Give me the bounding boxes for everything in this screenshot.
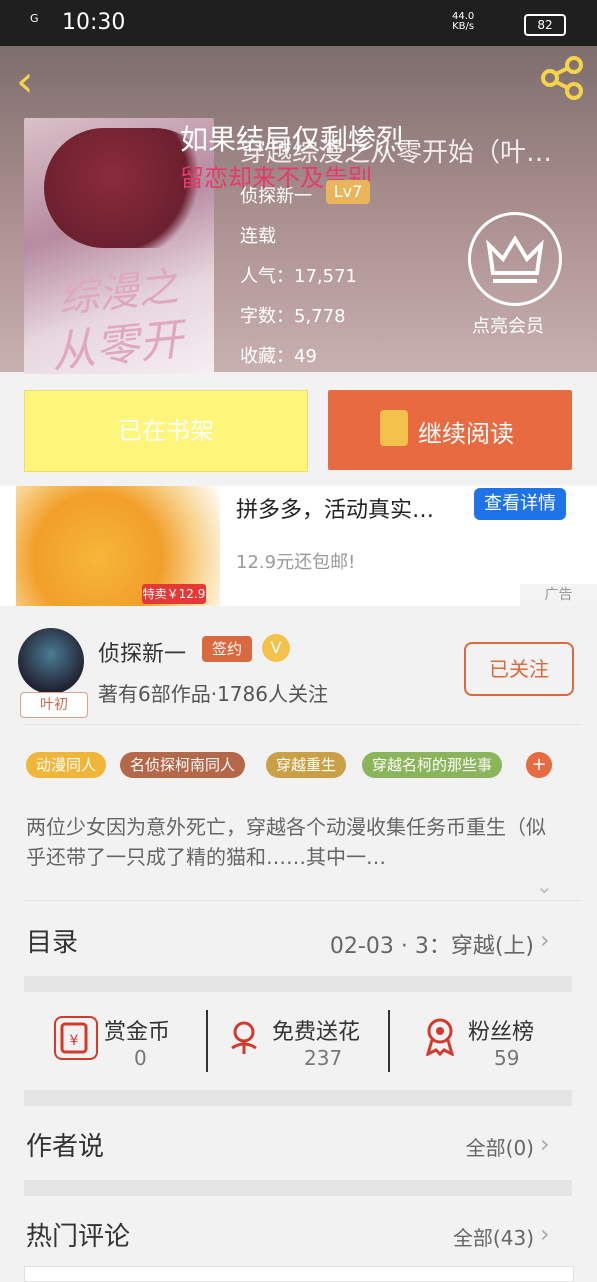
ad-price-badge: 特卖￥12.9 bbox=[142, 584, 206, 604]
back-icon[interactable]: ‹ bbox=[16, 56, 34, 107]
catalog-title[interactable]: 目录 bbox=[26, 922, 78, 959]
verified-icon: V bbox=[262, 634, 290, 662]
stat-label[interactable]: 免费送花 bbox=[272, 1014, 360, 1046]
book-icon bbox=[380, 410, 408, 446]
divider bbox=[24, 724, 580, 725]
book-status: 连载 bbox=[240, 226, 276, 247]
tag-pill[interactable]: 动漫同人 bbox=[26, 752, 107, 778]
battery-indicator: 82 bbox=[524, 14, 566, 36]
ad-label: 广告 bbox=[520, 584, 597, 606]
share-icon[interactable] bbox=[540, 56, 586, 100]
stat-label[interactable]: 赏金币 bbox=[104, 1014, 170, 1046]
avatar-label: 叶初 bbox=[20, 692, 88, 718]
stat-value: 237 bbox=[304, 1046, 343, 1070]
tag-pill[interactable]: 名侦探柯南同人 bbox=[120, 752, 246, 778]
status-bar: G 10:30 44.0 KB/s 82 bbox=[0, 0, 597, 46]
divider bbox=[388, 1010, 390, 1072]
section-separator bbox=[24, 976, 572, 992]
catalog-latest-chapter[interactable]: 02-03 · 3：穿越(上) bbox=[292, 928, 534, 960]
svg-text:¥: ¥ bbox=[70, 1033, 79, 1049]
chevron-down-icon[interactable]: ⌄ bbox=[536, 874, 553, 898]
ad-banner[interactable]: 特卖￥12.9 拼多多，活动真实… 查看详情 12.9元还包邮! 广告 bbox=[0, 486, 597, 606]
crown-icon[interactable] bbox=[468, 212, 562, 306]
continue-reading-label: 继续阅读 bbox=[418, 420, 514, 448]
flower-icon[interactable] bbox=[224, 1016, 264, 1056]
status-time: 10:30 bbox=[62, 10, 126, 35]
stat-label[interactable]: 粉丝榜 bbox=[468, 1014, 534, 1046]
comments-all[interactable]: 全部(43) bbox=[428, 1222, 534, 1251]
overlay-lyric-line1: 如果结局仅剩惨烈 bbox=[180, 123, 405, 156]
hot-comments-title[interactable]: 热门评论 bbox=[26, 1216, 130, 1253]
author-stats: 著有6部作品·1786人关注 bbox=[98, 682, 328, 706]
book-word-count: 字数：5,778 bbox=[240, 306, 346, 327]
book-description[interactable]: 两位少女因为意外死亡，穿越各个动漫收集任务币重生（似乎还带了一只成了精的猫和……… bbox=[26, 812, 556, 872]
tag-pill[interactable]: 穿越名柯的那些事 bbox=[362, 752, 503, 778]
book-popularity: 人气：17,571 bbox=[240, 266, 357, 287]
divider bbox=[24, 900, 580, 901]
section-separator bbox=[24, 1180, 572, 1196]
ad-detail-button[interactable]: 查看详情 bbox=[474, 488, 566, 520]
add-tag-button[interactable]: + bbox=[526, 752, 552, 778]
continue-reading-button[interactable]: 继续阅读 bbox=[328, 390, 572, 470]
chevron-right-icon[interactable]: › bbox=[540, 1130, 550, 1158]
stat-value: 0 bbox=[134, 1046, 147, 1070]
signal-icon: G bbox=[30, 12, 39, 25]
network-speed: 44.0 KB/s bbox=[452, 11, 475, 32]
author-name[interactable]: 侦探新一 bbox=[98, 636, 186, 668]
author-says-all[interactable]: 全部(0) bbox=[438, 1132, 534, 1161]
book-author[interactable]: 侦探新一 bbox=[240, 182, 312, 208]
ad-title[interactable]: 拼多多，活动真实… bbox=[236, 492, 434, 524]
ad-price-text: 12.9元还包邮! bbox=[236, 552, 356, 573]
chevron-right-icon[interactable]: › bbox=[540, 1220, 550, 1248]
stat-value: 59 bbox=[494, 1046, 520, 1070]
section-separator bbox=[24, 1090, 572, 1106]
ranking-medal-icon[interactable] bbox=[420, 1016, 460, 1056]
tag-pill[interactable]: 穿越重生 bbox=[266, 752, 347, 778]
level-badge: Lv7 bbox=[326, 180, 370, 204]
author-says-title[interactable]: 作者说 bbox=[26, 1126, 104, 1163]
signed-badge: 签约 bbox=[202, 636, 252, 662]
reward-coin-icon[interactable]: ¥ bbox=[54, 1016, 98, 1060]
author-avatar[interactable] bbox=[18, 628, 84, 694]
divider bbox=[206, 1010, 208, 1072]
chevron-right-icon[interactable]: › bbox=[540, 926, 550, 954]
on-shelf-button[interactable]: 已在书架 bbox=[24, 390, 308, 472]
follow-button[interactable]: 已关注 bbox=[464, 642, 574, 696]
book-favorites: 收藏：49 bbox=[240, 346, 317, 367]
vip-label[interactable]: 点亮会员 bbox=[472, 312, 544, 338]
